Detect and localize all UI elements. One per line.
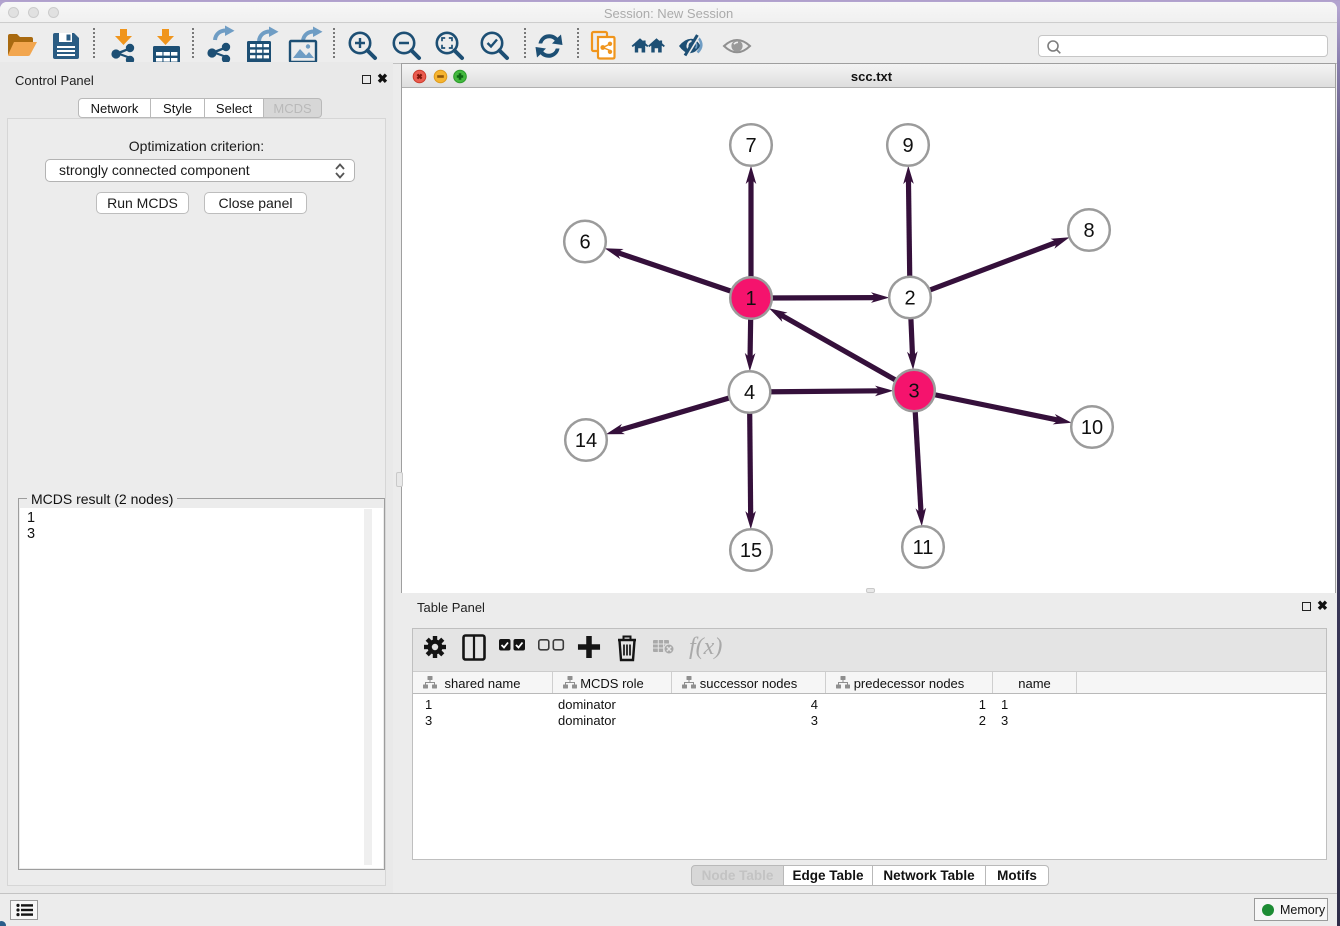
svg-text:8: 8	[1083, 220, 1094, 242]
svg-text:14: 14	[575, 430, 597, 452]
svg-text:11: 11	[913, 537, 934, 559]
svg-text:7: 7	[745, 135, 756, 157]
svg-text:9: 9	[902, 135, 913, 157]
svg-text:2: 2	[904, 288, 915, 310]
svg-text:3: 3	[908, 381, 919, 403]
svg-text:6: 6	[579, 232, 590, 254]
svg-text:15: 15	[740, 540, 762, 562]
svg-text:f(x): f(x)	[689, 634, 722, 660]
svg-text:10: 10	[1081, 417, 1103, 439]
svg-text:4: 4	[744, 382, 755, 404]
svg-text:1: 1	[745, 288, 756, 310]
